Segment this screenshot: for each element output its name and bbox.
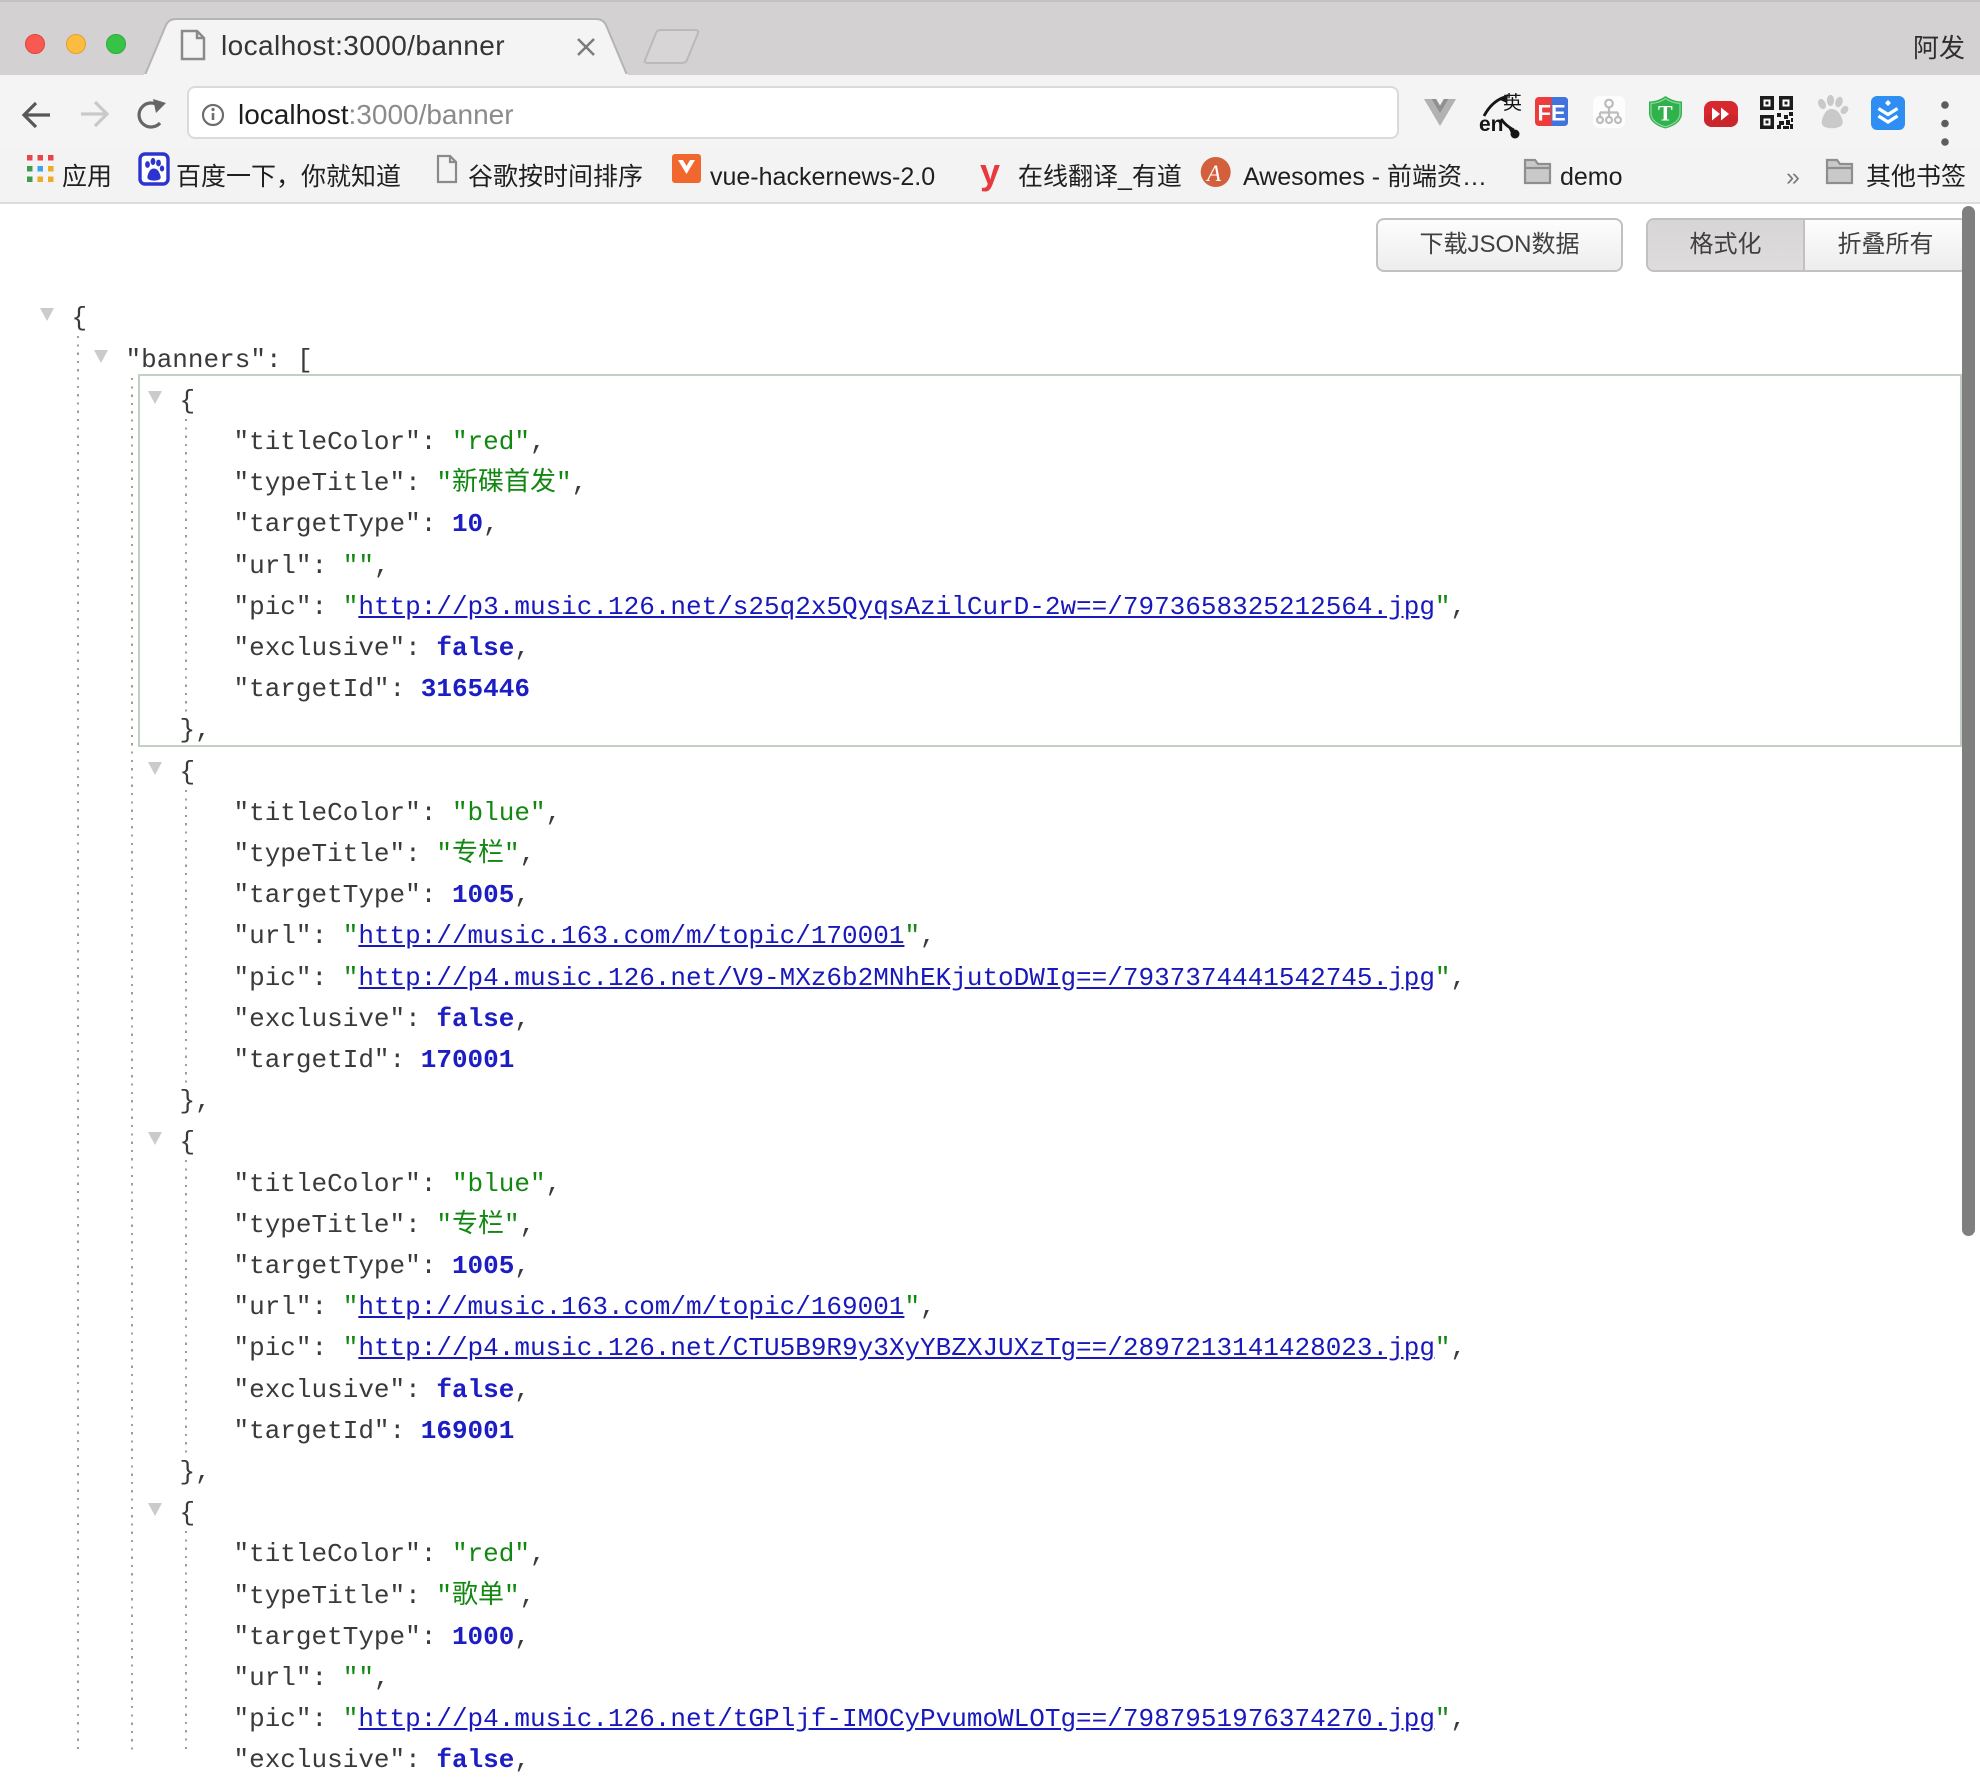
svg-text:A: A — [1205, 161, 1222, 186]
svg-text:T: T — [1658, 101, 1673, 126]
svg-text:en: en — [1479, 113, 1504, 136]
svg-text:FE: FE — [1538, 101, 1566, 126]
svg-text:y: y — [980, 151, 1000, 192]
